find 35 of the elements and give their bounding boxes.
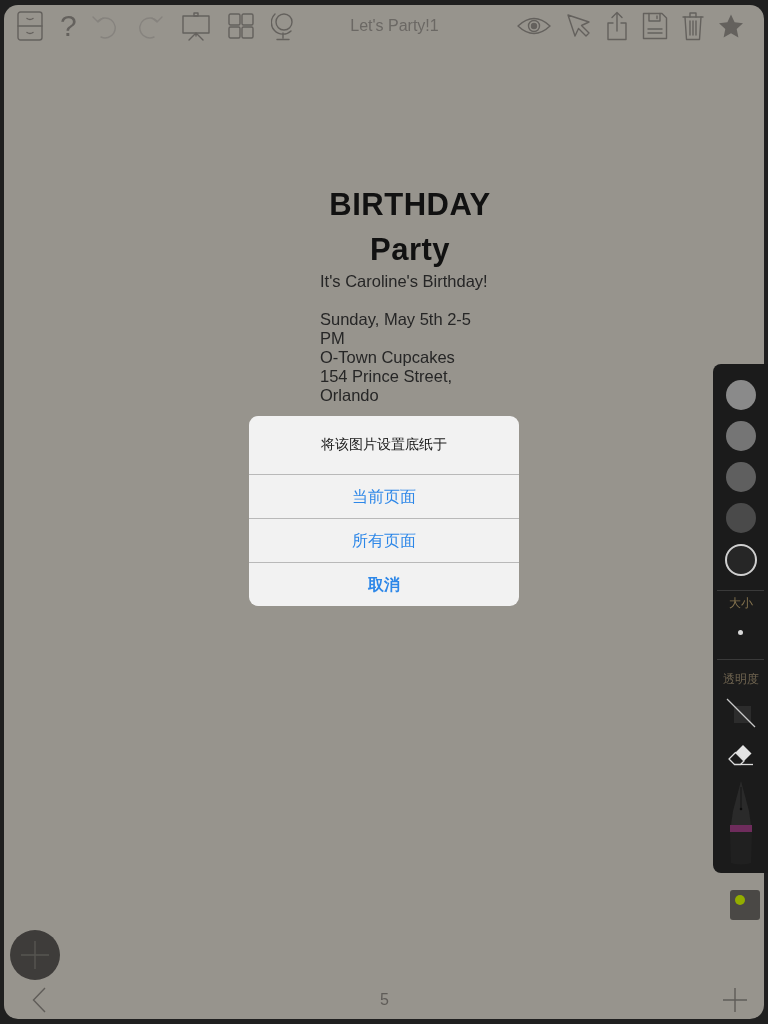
dialog-option-button[interactable]: 所有页面 [249, 518, 519, 562]
back-chevron-icon[interactable] [32, 986, 46, 1013]
plus-icon[interactable] [723, 987, 747, 1012]
dialog-title: 将该图片设置底纸于 [320, 435, 448, 454]
star-icon[interactable] [718, 13, 744, 39]
size-label: 大小 [728, 595, 753, 611]
invitation-text: 154 Prince Street, Orlando [320, 367, 454, 405]
trash-icon[interactable] [682, 11, 704, 41]
color-swatch[interactable] [725, 421, 756, 451]
opacity-label: 透明度 [722, 671, 759, 687]
no-fill-icon[interactable] [725, 698, 756, 728]
share-icon[interactable] [606, 11, 628, 41]
page-number: 5 [380, 989, 389, 1010]
eraser-icon[interactable] [726, 743, 755, 767]
heading-text: Party [368, 231, 451, 269]
cancel-button[interactable]: 取消 [249, 562, 519, 606]
cursor-icon[interactable] [566, 13, 592, 39]
heading-text: BIRTHDAY [328, 186, 492, 224]
color-swatch[interactable] [724, 544, 757, 576]
drawer-cabinet-icon[interactable] [17, 11, 43, 41]
size-dot-icon[interactable] [738, 630, 743, 635]
dialog-option-button[interactable]: 当前页面 [249, 474, 519, 518]
help-button[interactable]: ? [60, 11, 74, 41]
dot-tile-icon[interactable] [730, 890, 760, 920]
add-button[interactable] [10, 930, 60, 980]
color-swatch[interactable] [725, 380, 756, 410]
color-swatch[interactable] [725, 462, 756, 492]
invitation-text: It's Caroline's Birthday! [320, 272, 489, 291]
invitation-text: Sunday, May 5th 2-5 PM [320, 310, 473, 348]
grid-icon[interactable] [228, 13, 254, 39]
color-swatch[interactable] [725, 503, 756, 533]
globe-icon[interactable] [271, 11, 295, 41]
invitation-text: O-Town Cupcakes [320, 348, 456, 367]
easel-icon[interactable] [181, 11, 211, 41]
eye-icon[interactable] [516, 15, 552, 37]
